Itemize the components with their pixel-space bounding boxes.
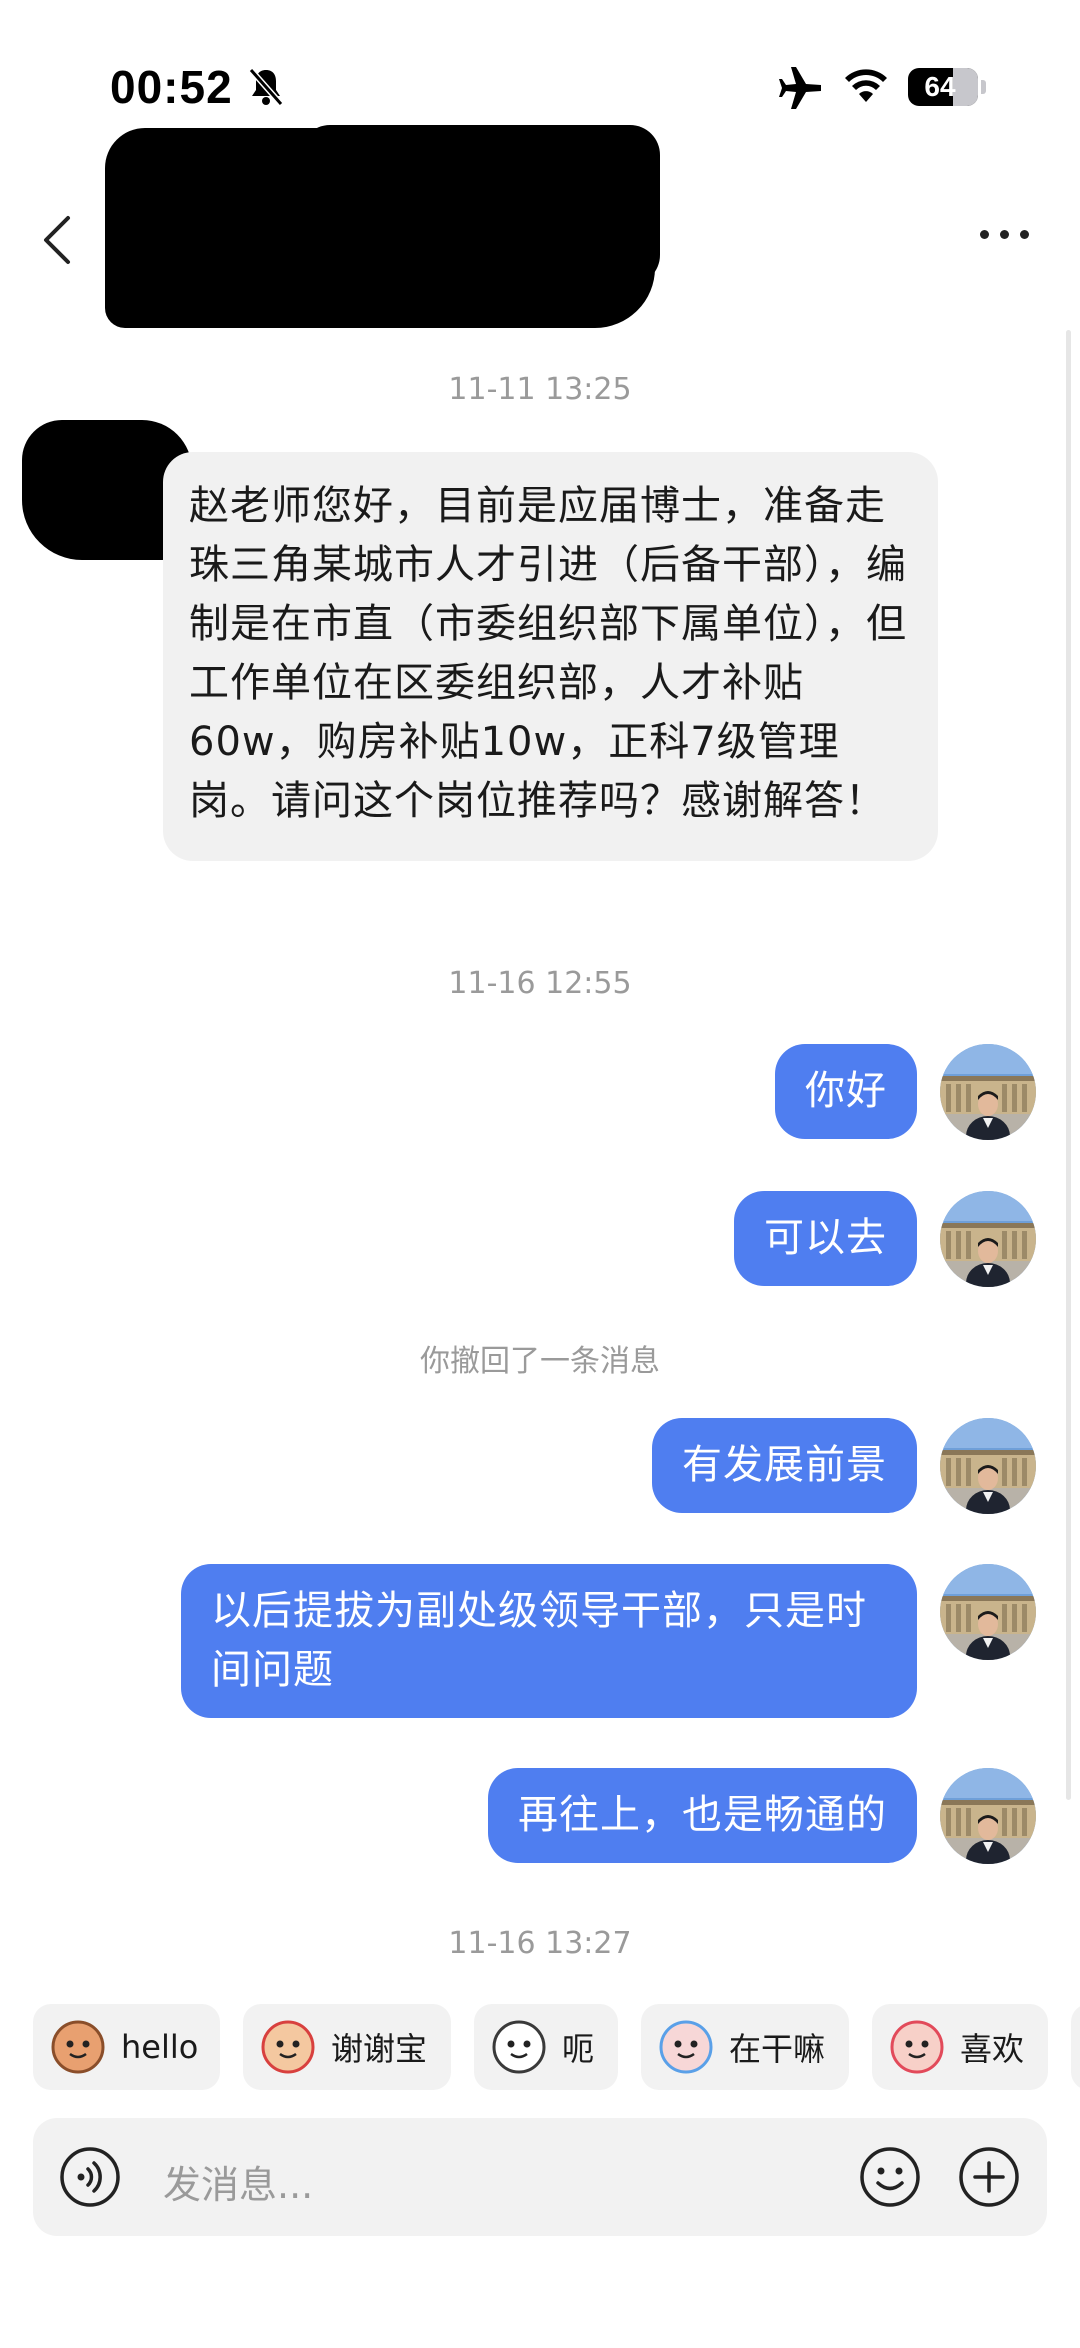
quick-reply-chip[interactable]: 谢谢宝 [243, 2004, 451, 2090]
outgoing-message[interactable]: 有发展前景 [652, 1418, 917, 1513]
back-button[interactable] [38, 210, 78, 270]
voice-icon[interactable] [59, 2146, 121, 2208]
quick-reply-chip[interactable]: 呃 [474, 2004, 618, 2090]
outgoing-message[interactable]: 以后提拔为副处级领导干部，只是时间问题 [181, 1564, 917, 1718]
airplane-icon [779, 67, 821, 109]
message-input-bar: 发消息... [33, 2118, 1047, 2236]
battery-level-text: 64 [924, 71, 956, 102]
avatar[interactable] [940, 1564, 1036, 1660]
redacted-contact-name-overlay [300, 125, 660, 285]
magnifier-emoji-icon [659, 2020, 713, 2074]
quick-reply-bar: hello 谢谢宝 呃 在干嘛 喜欢 [0, 2004, 1080, 2090]
quick-reply-label: 呃 [562, 2030, 595, 2068]
battery-icon: 64 [908, 68, 978, 106]
recall-notice: 你撤回了一条消息 [420, 1344, 660, 1379]
incoming-message[interactable]: 赵老师您好，目前是应届博士，准备走珠三角某城市人才引进（后备干部），编制是在市直… [163, 452, 938, 861]
outgoing-message[interactable]: 再往上，也是畅通的 [488, 1768, 917, 1863]
scrollbar[interactable] [1066, 330, 1071, 1800]
timestamp: 11-11 13:25 [448, 372, 632, 407]
quick-reply-chip-partial[interactable] [1071, 2004, 1080, 2090]
plus-circle-icon[interactable] [958, 2146, 1020, 2208]
quick-reply-chip[interactable]: 喜欢 [872, 2004, 1048, 2090]
avatar[interactable] [940, 1044, 1036, 1140]
heart-emoji-icon [890, 2020, 944, 2074]
chat-screen: 00:52 64 11-11 13:25 赵老师您好，目前是应届博士，准备走珠三… [0, 0, 1080, 2348]
quick-reply-chip[interactable]: hello [33, 2004, 220, 2090]
bell-slash-icon [248, 68, 284, 106]
battery-terminal [981, 80, 986, 94]
timestamp: 11-16 13:27 [448, 1926, 632, 1961]
cat-emoji-icon [492, 2020, 546, 2074]
wifi-icon [845, 69, 887, 102]
smiley-icon[interactable] [859, 2146, 921, 2208]
status-time: 00:52 [110, 61, 233, 113]
outgoing-message[interactable]: 可以去 [734, 1191, 917, 1286]
quick-reply-chip[interactable]: 在干嘛 [641, 2004, 849, 2090]
avatar[interactable] [940, 1191, 1036, 1287]
outgoing-message[interactable]: 你好 [775, 1044, 917, 1139]
quick-reply-label: 谢谢宝 [331, 2030, 428, 2068]
message-input[interactable]: 发消息... [163, 2154, 313, 2209]
avatar[interactable] [940, 1768, 1036, 1864]
avatar[interactable] [940, 1418, 1036, 1514]
quick-reply-label: 喜欢 [960, 2030, 1025, 2068]
more-options-button[interactable] [980, 228, 1030, 242]
monkey-emoji-icon [51, 2020, 105, 2074]
quick-reply-label: 在干嘛 [729, 2030, 826, 2068]
rose-emoji-icon [261, 2020, 315, 2074]
timestamp: 11-16 12:55 [448, 966, 632, 1001]
quick-reply-label: hello [121, 2028, 199, 2066]
